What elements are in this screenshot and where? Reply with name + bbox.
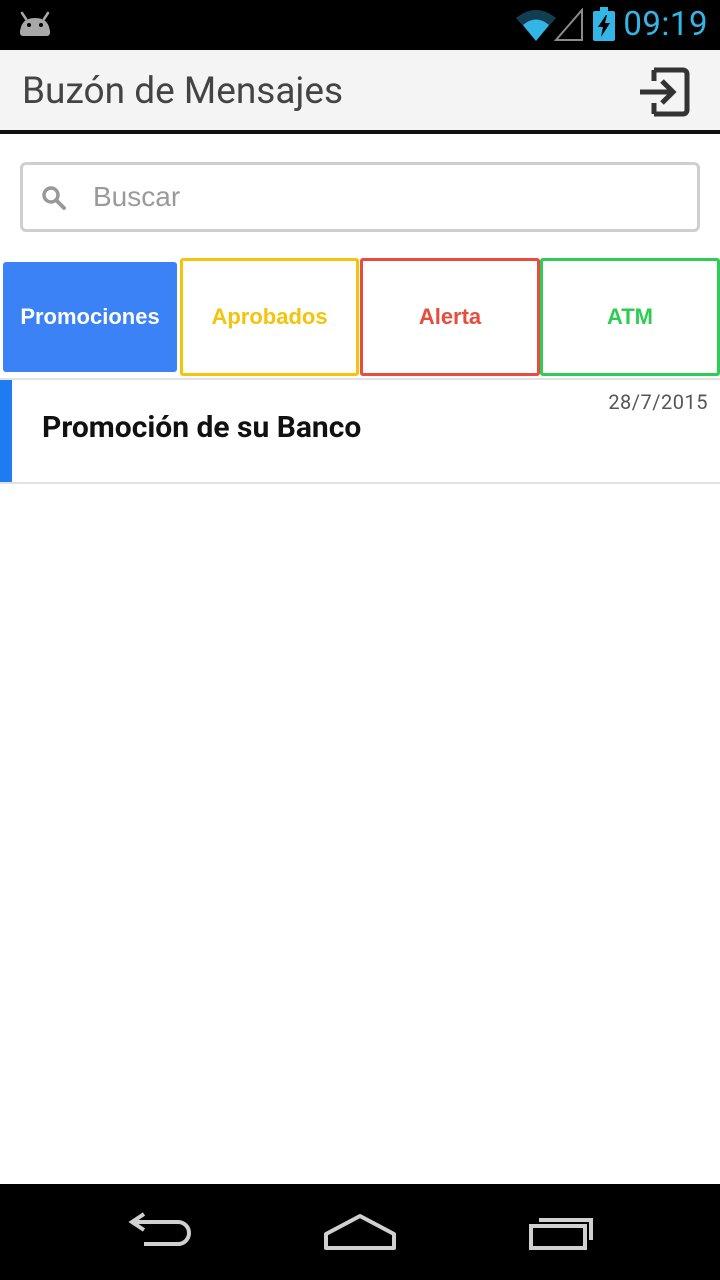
logout-button[interactable]: [632, 62, 696, 122]
message-date: 28/7/2015: [608, 390, 708, 414]
wifi-icon: [516, 10, 556, 41]
message-list: 28/7/2015 Promoción de su Banco: [0, 378, 720, 484]
status-bar: 09:19: [0, 0, 720, 50]
category-tabs: Promociones Aprobados Alerta ATM: [0, 258, 720, 376]
navigation-bar: [0, 1184, 720, 1280]
message-item[interactable]: 28/7/2015 Promoción de su Banco: [0, 378, 720, 484]
screen: 09:19 Buzón de Mensajes Promociones Apro…: [0, 0, 720, 1280]
android-icon: [20, 11, 50, 36]
page-title: Buzón de Mensajes: [22, 70, 344, 113]
logout-icon: [640, 67, 690, 117]
search-box[interactable]: [20, 162, 700, 232]
signal-icon: [554, 8, 583, 41]
home-button[interactable]: [314, 1202, 406, 1262]
status-clock: 09:19: [623, 5, 708, 44]
tab-atm[interactable]: ATM: [540, 258, 720, 376]
message-accent-bar: [0, 380, 12, 482]
search-input[interactable]: [93, 171, 683, 223]
back-icon: [128, 1212, 191, 1246]
tab-alerta[interactable]: Alerta: [360, 258, 540, 376]
battery-charging-icon: [593, 7, 615, 41]
tab-aprobados[interactable]: Aprobados: [180, 258, 359, 376]
recents-icon: [529, 1218, 593, 1250]
tab-promociones[interactable]: Promociones: [3, 262, 177, 372]
message-title: Promoción de su Banco: [42, 410, 362, 445]
app-bar: Buzón de Mensajes: [0, 50, 720, 134]
home-icon: [324, 1214, 396, 1250]
search-icon: [42, 186, 66, 210]
recents-button[interactable]: [516, 1202, 606, 1262]
back-button[interactable]: [116, 1202, 206, 1262]
